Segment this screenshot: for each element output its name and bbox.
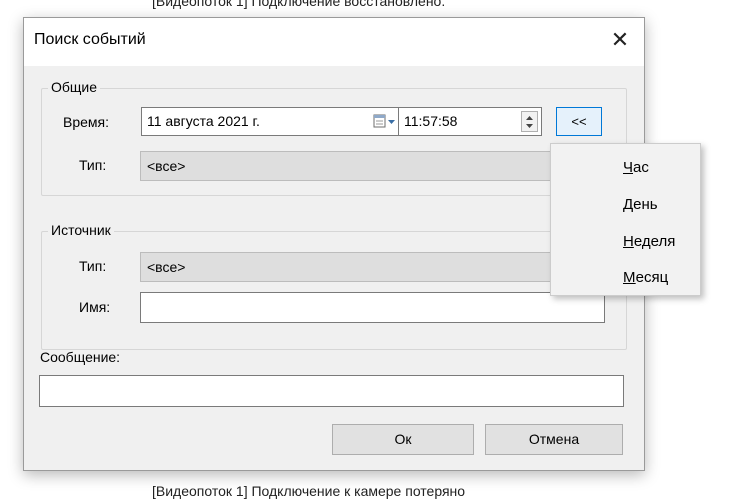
title-bar: Поиск событий ✕ bbox=[24, 18, 644, 66]
source-group-legend: Источник bbox=[48, 222, 114, 238]
menu-item-week[interactable]: Неделя bbox=[623, 233, 675, 250]
spin-down-icon[interactable] bbox=[522, 122, 537, 131]
message-label: Сообщение: bbox=[40, 349, 121, 365]
menu-item-hour[interactable]: Час bbox=[623, 159, 649, 176]
source-name-field[interactable] bbox=[140, 292, 605, 323]
event-type-value: <все> bbox=[147, 158, 186, 174]
menu-item-accelerator: М bbox=[623, 269, 636, 286]
date-value: 11 августа 2021 г. bbox=[147, 113, 260, 129]
date-picker[interactable]: 11 августа 2021 г. bbox=[141, 107, 406, 136]
background-log-line: [Видеопоток 1] Подключение восстановлено… bbox=[152, 0, 446, 9]
source-type-select[interactable]: <все> bbox=[140, 252, 580, 282]
menu-item-label: ень bbox=[633, 196, 658, 213]
time-label: Время: bbox=[63, 114, 110, 130]
source-type-label: Тип: bbox=[79, 258, 107, 274]
background-log-line: [Видеопоток 1] Подключение к камере поте… bbox=[152, 483, 466, 499]
source-type-value: <все> bbox=[147, 259, 186, 275]
general-group-legend: Общие bbox=[48, 79, 101, 95]
dialog-title: Поиск событий bbox=[34, 31, 146, 48]
menu-item-day[interactable]: День bbox=[623, 196, 658, 213]
menu-item-accelerator: Н bbox=[623, 233, 634, 250]
time-input[interactable]: 11:57:58 bbox=[398, 107, 542, 136]
menu-item-month[interactable]: Месяц bbox=[623, 269, 668, 286]
period-context-menu: Час День Неделя Месяц bbox=[550, 143, 701, 296]
spin-up-icon[interactable] bbox=[522, 113, 537, 122]
calendar-dropdown-icon[interactable] bbox=[373, 114, 397, 130]
period-menu-button[interactable]: << bbox=[556, 107, 602, 136]
ok-button[interactable]: Ок bbox=[332, 424, 474, 455]
close-icon[interactable]: ✕ bbox=[608, 28, 632, 52]
menu-item-accelerator: Ч bbox=[623, 159, 633, 176]
event-type-label: Тип: bbox=[79, 157, 107, 173]
menu-item-label: ас bbox=[633, 159, 649, 176]
source-name-label: Имя: bbox=[79, 299, 111, 315]
time-spinner-icon[interactable] bbox=[521, 111, 538, 132]
time-value: 11:57:58 bbox=[404, 113, 458, 129]
menu-item-accelerator: Д bbox=[623, 196, 634, 213]
message-field[interactable] bbox=[39, 375, 624, 407]
event-type-select[interactable]: <все> bbox=[140, 151, 580, 181]
menu-item-label: еделя bbox=[633, 233, 676, 250]
cancel-button[interactable]: Отмена bbox=[485, 424, 623, 455]
source-group: Источник bbox=[41, 222, 627, 350]
menu-item-label: есяц bbox=[635, 269, 669, 286]
